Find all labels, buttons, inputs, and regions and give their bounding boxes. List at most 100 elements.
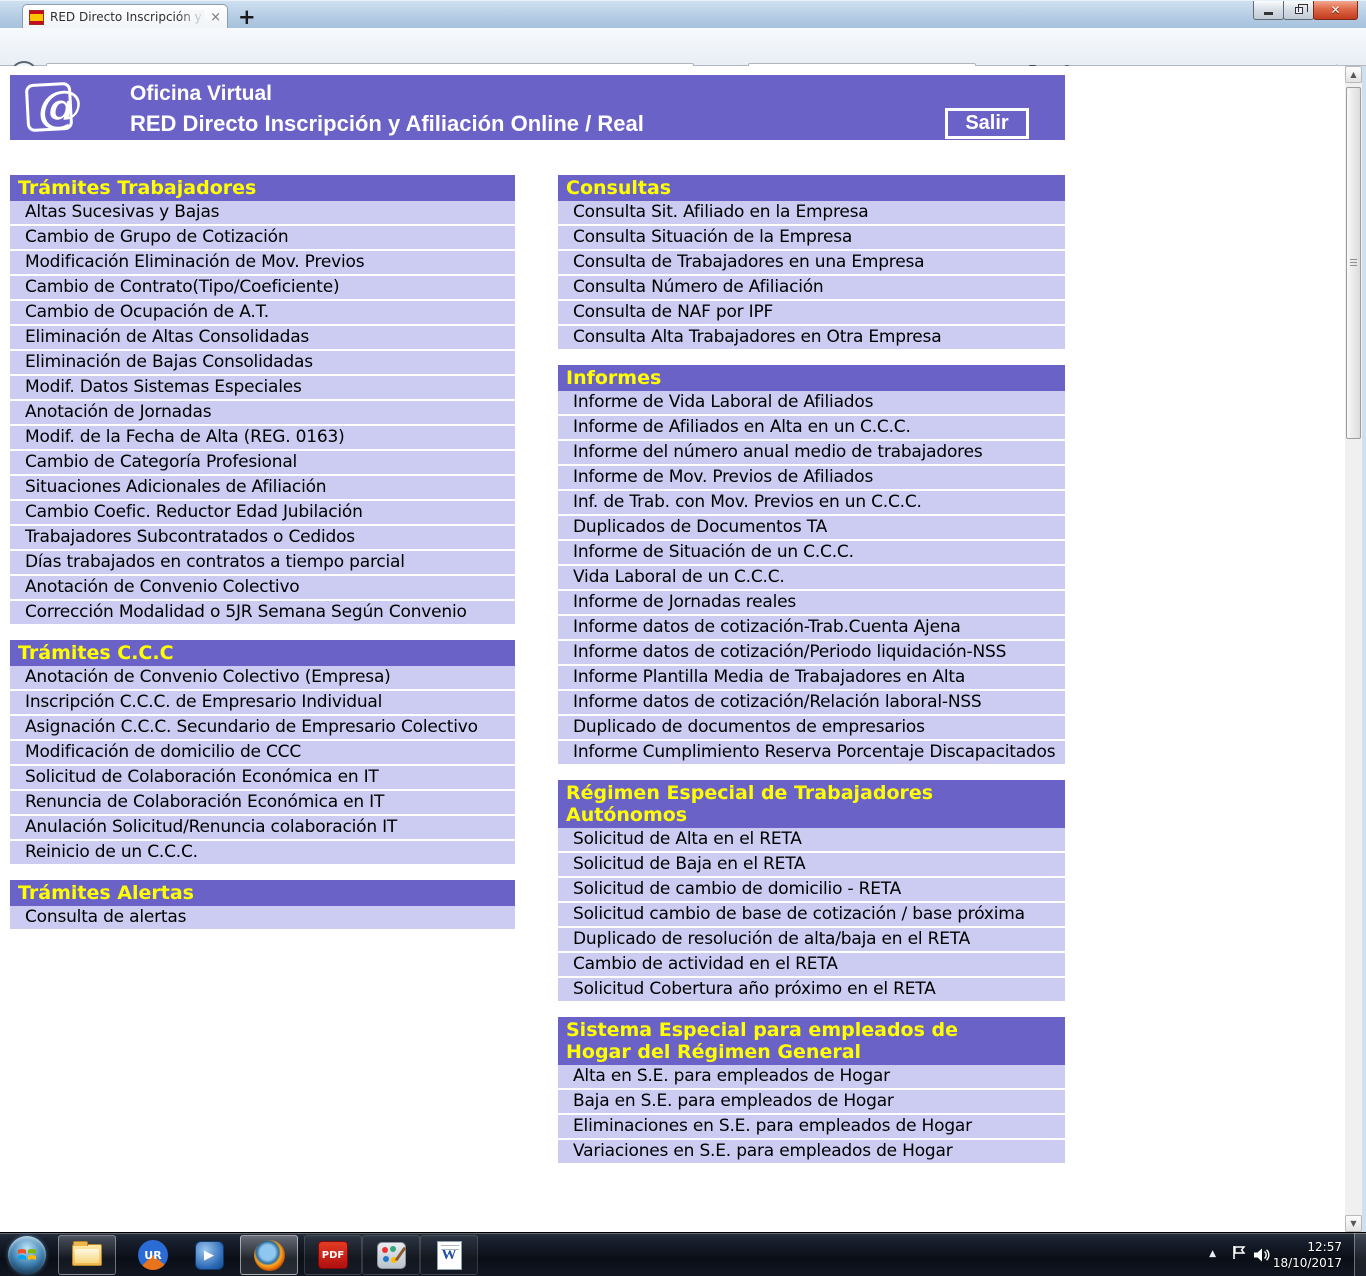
section-items: Consulta de alertas bbox=[10, 906, 515, 929]
menu-item[interactable]: Modificación Eliminación de Mov. Previos bbox=[10, 251, 515, 276]
menu-item[interactable]: Cambio Coefic. Reductor Edad Jubilación bbox=[10, 501, 515, 526]
menu-item[interactable]: Informe de Situación de un C.C.C. bbox=[558, 541, 1065, 566]
menu-item[interactable]: Informe datos de cotización/Relación lab… bbox=[558, 691, 1065, 716]
menu-item[interactable]: Informe de Jornadas reales bbox=[558, 591, 1065, 616]
taskbar-media-player-button[interactable]: ▶ bbox=[180, 1235, 238, 1275]
scroll-up-arrow-icon[interactable]: ▲ bbox=[1345, 66, 1362, 83]
menu-item[interactable]: Variaciones en S.E. para empleados de Ho… bbox=[558, 1140, 1065, 1163]
menu-item[interactable]: Inscripción C.C.C. de Empresario Individ… bbox=[10, 691, 515, 716]
taskbar-firefox-button[interactable] bbox=[240, 1235, 298, 1275]
taskbar-ur-browser-button[interactable]: UR bbox=[124, 1235, 182, 1275]
clock-time: 12:57 bbox=[1273, 1239, 1342, 1255]
menu-item[interactable]: Anotación de Jornadas bbox=[10, 401, 515, 426]
menu-item[interactable]: Consulta Alta Trabajadores en Otra Empre… bbox=[558, 326, 1065, 349]
menu-column-left: Trámites TrabajadoresAltas Sucesivas y B… bbox=[10, 175, 515, 945]
section-header: Consultas bbox=[558, 175, 1065, 201]
menu-item[interactable]: Informe Plantilla Media de Trabajadores … bbox=[558, 666, 1065, 691]
menu-item[interactable]: Vida Laboral de un C.C.C. bbox=[558, 566, 1065, 591]
menu-item[interactable]: Modif. de la Fecha de Alta (REG. 0163) bbox=[10, 426, 515, 451]
taskbar-clock[interactable]: 12:57 18/10/2017 bbox=[1273, 1239, 1342, 1271]
menu-item[interactable]: Informe de Mov. Previos de Afiliados bbox=[558, 466, 1065, 491]
menu-item[interactable]: Consulta Número de Afiliación bbox=[558, 276, 1065, 301]
menu-item[interactable]: Consulta Sit. Afiliado en la Empresa bbox=[558, 201, 1065, 226]
menu-item[interactable]: Informe de Afiliados en Alta en un C.C.C… bbox=[558, 416, 1065, 441]
menu-item[interactable]: Altas Sucesivas y Bajas bbox=[10, 201, 515, 226]
menu-item[interactable]: Duplicado de documentos de empresarios bbox=[558, 716, 1065, 741]
menu-item[interactable]: Inf. de Trab. con Mov. Previos en un C.C… bbox=[558, 491, 1065, 516]
section-items: Anotación de Convenio Colectivo (Empresa… bbox=[10, 666, 515, 864]
page-subtitle: RED Directo Inscripción y Afiliación Onl… bbox=[130, 111, 644, 137]
menu-item[interactable]: Anotación de Convenio Colectivo (Empresa… bbox=[10, 666, 515, 691]
site-favicon-icon bbox=[29, 10, 44, 25]
menu-item[interactable]: Solicitud de Baja en el RETA bbox=[558, 853, 1065, 878]
menu-item[interactable]: Alta en S.E. para empleados de Hogar bbox=[558, 1065, 1065, 1090]
menu-item[interactable]: Consulta Situación de la Empresa bbox=[558, 226, 1065, 251]
page-title: Oficina Virtual bbox=[130, 82, 644, 106]
close-icon: ✕ bbox=[1330, 3, 1340, 17]
menu-item[interactable]: Cambio de Contrato(Tipo/Coeficiente) bbox=[10, 276, 515, 301]
menu-item[interactable]: Modificación de domicilio de CCC bbox=[10, 741, 515, 766]
pdf-icon: PDF bbox=[318, 1241, 348, 1269]
menu-item[interactable]: Trabajadores Subcontratados o Cedidos bbox=[10, 526, 515, 551]
section-items: Solicitud de Alta en el RETASolicitud de… bbox=[558, 828, 1065, 1001]
minimize-button[interactable] bbox=[1253, 1, 1284, 20]
section-header: Régimen Especial de Trabajadores Autónom… bbox=[558, 780, 1065, 828]
scrollbar-thumb[interactable] bbox=[1346, 87, 1361, 439]
new-tab-button[interactable]: + bbox=[238, 5, 256, 29]
menu-item[interactable]: Modif. Datos Sistemas Especiales bbox=[10, 376, 515, 401]
menu-item[interactable]: Corrección Modalidad o 5JR Semana Según … bbox=[10, 601, 515, 624]
menu-item[interactable]: Eliminaciones en S.E. para empleados de … bbox=[558, 1115, 1065, 1140]
menu-item[interactable]: Eliminación de Bajas Consolidadas bbox=[10, 351, 515, 376]
menu-item[interactable]: Informe datos de cotización-Trab.Cuenta … bbox=[558, 616, 1065, 641]
menu-item[interactable]: Solicitud cambio de base de cotización /… bbox=[558, 903, 1065, 928]
menu-item[interactable]: Cambio de Ocupación de A.T. bbox=[10, 301, 515, 326]
menu-item[interactable]: Días trabajados en contratos a tiempo pa… bbox=[10, 551, 515, 576]
menu-item[interactable]: Eliminación de Altas Consolidadas bbox=[10, 326, 515, 351]
scroll-down-arrow-icon[interactable]: ▼ bbox=[1345, 1215, 1362, 1232]
action-center-flag-icon[interactable] bbox=[1232, 1245, 1246, 1264]
menu-item[interactable]: Asignación C.C.C. Secundario de Empresar… bbox=[10, 716, 515, 741]
clock-date: 18/10/2017 bbox=[1273, 1255, 1342, 1271]
menu-item[interactable]: Cambio de Categoría Profesional bbox=[10, 451, 515, 476]
menu-item[interactable]: Solicitud de Alta en el RETA bbox=[558, 828, 1065, 853]
menu-item[interactable]: Solicitud de cambio de domicilio - RETA bbox=[558, 878, 1065, 903]
taskbar-pdf-button[interactable]: PDF bbox=[304, 1235, 362, 1275]
salir-button[interactable]: Salir bbox=[945, 108, 1029, 139]
taskbar-paint-button[interactable] bbox=[362, 1235, 420, 1275]
page-scrollbar[interactable]: ▲ ▼ bbox=[1345, 66, 1362, 1232]
menu-item[interactable]: Situaciones Adicionales de Afiliación bbox=[10, 476, 515, 501]
page-header-banner: @ Oficina Virtual RED Directo Inscripció… bbox=[10, 75, 1065, 140]
taskbar-word-button[interactable]: W bbox=[420, 1235, 478, 1275]
menu-item[interactable]: Duplicado de resolución de alta/baja en … bbox=[558, 928, 1065, 953]
menu-item[interactable]: Informe del número anual medio de trabaj… bbox=[558, 441, 1065, 466]
menu-item[interactable]: Consulta de Trabajadores en una Empresa bbox=[558, 251, 1065, 276]
show-desktop-button[interactable] bbox=[1354, 1233, 1366, 1276]
section-items: Altas Sucesivas y BajasCambio de Grupo d… bbox=[10, 201, 515, 624]
windows-flag-icon bbox=[17, 1245, 37, 1265]
word-icon: W bbox=[437, 1241, 462, 1270]
menu-item[interactable]: Informe datos de cotización/Periodo liqu… bbox=[558, 641, 1065, 666]
taskbar-explorer-button[interactable] bbox=[58, 1235, 116, 1275]
menu-item[interactable]: Cambio de Grupo de Cotización bbox=[10, 226, 515, 251]
close-button[interactable]: ✕ bbox=[1313, 1, 1358, 20]
browser-tab[interactable]: RED Directo Inscripción y Afil × bbox=[22, 4, 228, 29]
menu-item[interactable]: Cambio de actividad en el RETA bbox=[558, 953, 1065, 978]
menu-item[interactable]: Consulta de alertas bbox=[10, 906, 515, 929]
menu-item[interactable]: Renuncia de Colaboración Económica en IT bbox=[10, 791, 515, 816]
menu-item[interactable]: Duplicados de Documentos TA bbox=[558, 516, 1065, 541]
tab-title: RED Directo Inscripción y Afil bbox=[50, 10, 204, 24]
tray-show-hidden-icons[interactable]: ▲ bbox=[1209, 1249, 1216, 1259]
menu-item[interactable]: Consulta de NAF por IPF bbox=[558, 301, 1065, 326]
menu-item[interactable]: Informe de Vida Laboral de Afiliados bbox=[558, 391, 1065, 416]
menu-item[interactable]: Baja en S.E. para empleados de Hogar bbox=[558, 1090, 1065, 1115]
volume-icon[interactable] bbox=[1254, 1247, 1270, 1266]
menu-item[interactable]: Reinicio de un C.C.C. bbox=[10, 841, 515, 864]
menu-item[interactable]: Anotación de Convenio Colectivo bbox=[10, 576, 515, 601]
start-button[interactable] bbox=[8, 1236, 46, 1274]
menu-item[interactable]: Solicitud de Colaboración Económica en I… bbox=[10, 766, 515, 791]
menu-item[interactable]: Informe Cumplimiento Reserva Porcentaje … bbox=[558, 741, 1065, 764]
menu-item[interactable]: Anulación Solicitud/Renuncia colaboració… bbox=[10, 816, 515, 841]
restore-button[interactable] bbox=[1283, 1, 1314, 20]
tab-close-icon[interactable]: × bbox=[210, 11, 221, 24]
menu-item[interactable]: Solicitud Cobertura año próximo en el RE… bbox=[558, 978, 1065, 1001]
